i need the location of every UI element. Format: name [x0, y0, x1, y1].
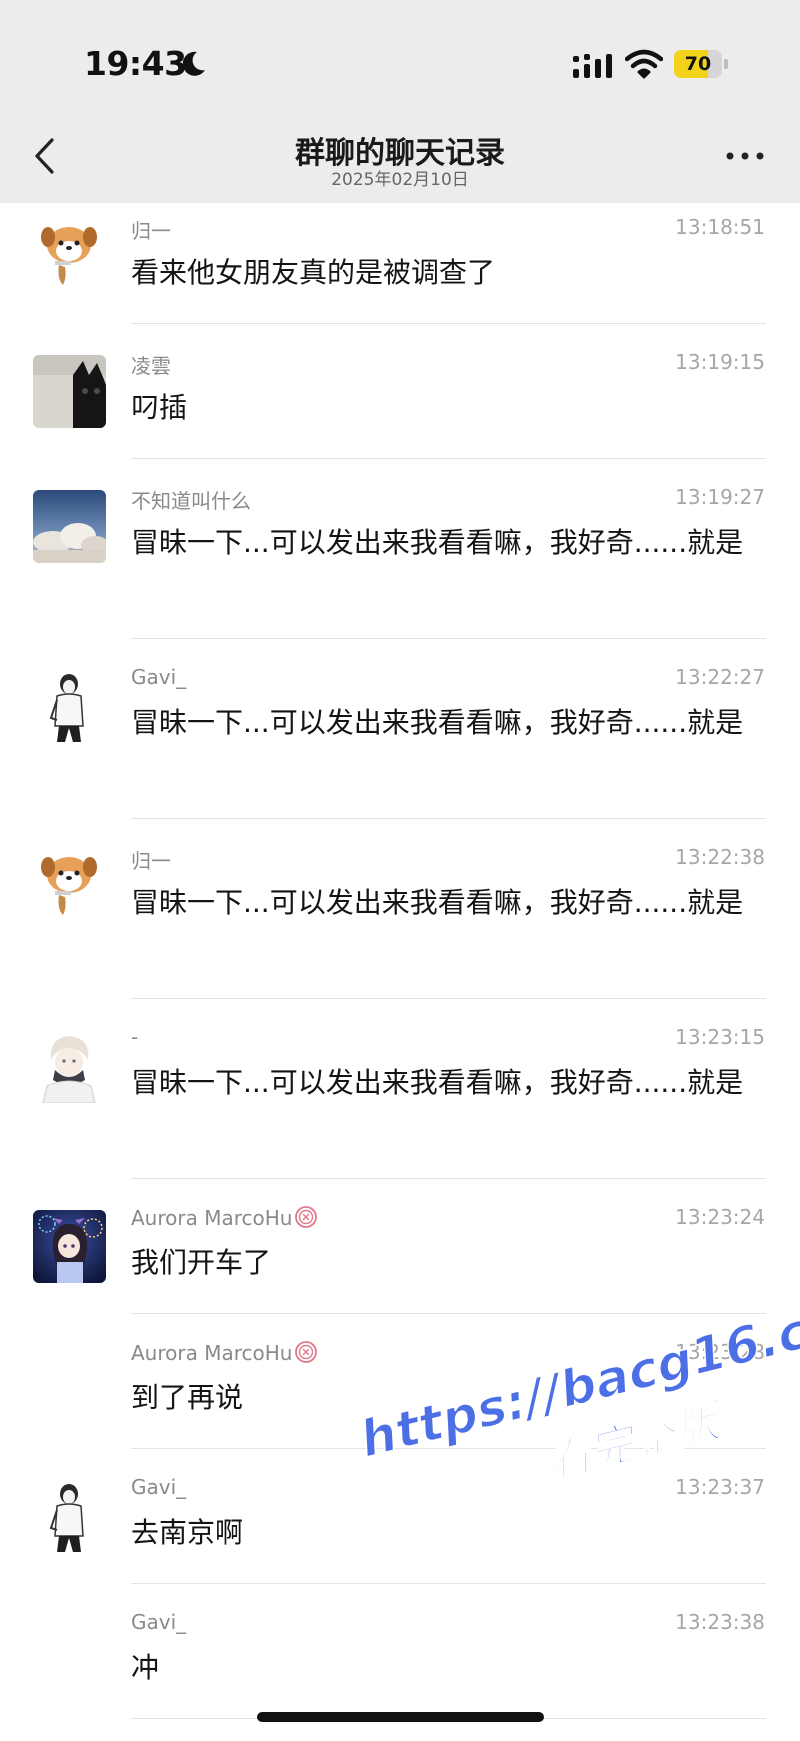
message-time: 13:19:15 — [675, 350, 765, 374]
message-time: 13:23:28 — [675, 1340, 765, 1364]
sketch-man-avatar[interactable] — [33, 670, 106, 743]
anime-boy-avatar[interactable] — [33, 1030, 106, 1103]
dog-avatar[interactable] — [33, 847, 106, 920]
sketch-man-avatar[interactable] — [33, 1480, 106, 1553]
message-time: 13:23:24 — [675, 1205, 765, 1229]
message-time: 13:23:38 — [675, 1610, 765, 1634]
sender-name: Gavi_ — [131, 1475, 187, 1499]
wifi-icon — [625, 49, 663, 79]
divider — [131, 818, 766, 819]
more-options-icon[interactable] — [725, 150, 765, 162]
sender-name: Aurora MarcoHu — [131, 1340, 318, 1365]
sender-name: Gavi_ — [131, 665, 187, 689]
sender-name: 归一 — [131, 849, 171, 873]
sender-name: - — [131, 1025, 139, 1049]
battery-indicator: 70 — [674, 50, 728, 78]
divider — [131, 1448, 766, 1449]
message-time: 13:23:15 — [675, 1025, 765, 1049]
message-text: 冲 — [131, 1651, 160, 1684]
sender-name: Gavi_ — [131, 1610, 187, 1634]
clouds-avatar[interactable] — [33, 490, 106, 563]
message-text: 冒昧一下...可以发出来我看看嘛，我好奇......就是 — [131, 526, 744, 559]
message-text: 看来他女朋友真的是被调查了 — [131, 256, 496, 289]
badge-seal-icon — [295, 1341, 318, 1363]
divider — [131, 1313, 766, 1314]
sender-name-text: Aurora MarcoHu — [131, 1206, 293, 1230]
sender-name: 不知道叫什么 — [131, 489, 251, 513]
divider — [131, 998, 766, 999]
divider — [131, 1178, 766, 1179]
divider — [131, 638, 766, 639]
message-text: 叼插 — [131, 391, 188, 424]
badge-seal-icon — [295, 1206, 318, 1228]
page-subtitle-date: 2025年02月10日 — [331, 170, 469, 190]
dog-avatar[interactable] — [33, 217, 106, 290]
message-time: 13:18:51 — [675, 215, 765, 239]
message-time: 13:22:27 — [675, 665, 765, 689]
battery-level: 70 — [684, 53, 712, 75]
divider — [131, 458, 766, 459]
divider — [131, 323, 766, 324]
sender-name: 归一 — [131, 219, 171, 243]
sender-name: 凌雲 — [131, 354, 171, 378]
status-time: 19:43 — [84, 44, 187, 83]
message-time: 13:22:38 — [675, 845, 765, 869]
sender-name: Aurora MarcoHu — [131, 1205, 318, 1230]
message-text: 冒昧一下...可以发出来我看看嘛，我好奇......就是 — [131, 886, 744, 919]
home-indicator[interactable] — [257, 1712, 544, 1722]
message-time: 13:19:27 — [675, 485, 765, 509]
divider — [131, 1583, 766, 1584]
anime-girl-avatar[interactable] — [33, 1210, 106, 1283]
watermark-url: https://bacg16.com — [354, 1280, 800, 1470]
message-text: 去南京啊 — [131, 1516, 244, 1549]
black-cat-avatar[interactable] — [33, 355, 106, 428]
chat-record-page: 19:43 70 群聊的聊天记录 2025年02月10日 归一 13:18:51… — [0, 0, 800, 1741]
message-text: 冒昧一下...可以发出来我看看嘛，我好奇......就是 — [131, 1066, 744, 1099]
moon-icon — [182, 51, 205, 76]
message-time: 13:23:37 — [675, 1475, 765, 1499]
message-text: 冒昧一下...可以发出来我看看嘛，我好奇......就是 — [131, 706, 744, 739]
message-text: 到了再说 — [131, 1381, 244, 1414]
header: 19:43 70 群聊的聊天记录 2025年02月10日 — [0, 0, 800, 203]
sender-name-text: Aurora MarcoHu — [131, 1341, 293, 1365]
message-text: 我们开车了 — [131, 1246, 272, 1279]
signal-icon — [573, 54, 612, 78]
